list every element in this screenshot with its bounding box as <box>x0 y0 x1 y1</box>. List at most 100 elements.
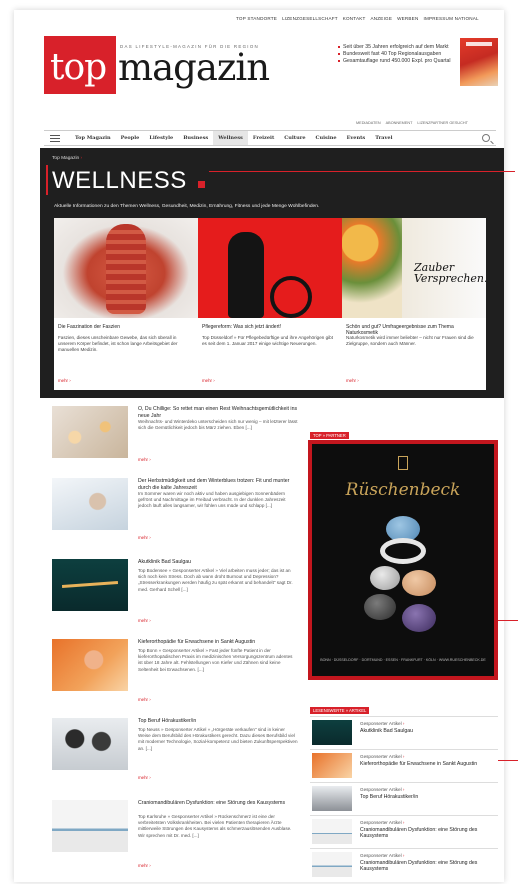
article-title[interactable]: Kieferorthopädie für Erwachsene in Sankt… <box>138 639 298 646</box>
util-link-impressum[interactable]: IMPRESSUM NATIONAL <box>423 16 478 21</box>
util-link-anzeige[interactable]: ANZEIGE <box>371 16 393 21</box>
logo-top-text[interactable]: top <box>50 50 107 86</box>
more-link[interactable]: mehr › <box>202 378 215 383</box>
muscle-anatomy-image[interactable] <box>54 218 198 318</box>
sponsored-kicker: Gesponserter Artikel › <box>360 721 405 726</box>
fact-item: Seit über 35 Jahren erfolgreich auf dem … <box>338 44 456 51</box>
logo-magazin-text[interactable]: magazin <box>118 49 270 86</box>
rings-image <box>362 516 442 646</box>
article-thumbnail[interactable] <box>52 800 128 852</box>
list-item[interactable]: Top Beruf Hörakustiker/in Top Neuss » Ge… <box>52 718 302 788</box>
more-link[interactable]: mehr › <box>138 775 151 780</box>
sponsored-kicker: Gesponserter Artikel › <box>360 853 405 858</box>
featured-card[interactable]: Zauber Versprechen. Schön und gut? Umfrag… <box>342 218 486 390</box>
nav-item-business[interactable]: Business <box>178 131 213 145</box>
article-title[interactable]: O, Du Chillige: So rettet man einen Rest… <box>138 406 298 419</box>
nav-item-top-magazin[interactable]: Top Magazin <box>70 131 116 145</box>
nav-item-events[interactable]: Events <box>342 131 371 145</box>
article-title[interactable]: Der Herbstmüdigkeit und dem Winterblues … <box>138 478 298 491</box>
more-link[interactable]: mehr › <box>138 535 151 540</box>
featured-card[interactable]: Die Faszination der Faszien Faszien, die… <box>54 218 198 390</box>
more-link[interactable]: mehr › <box>138 697 151 702</box>
more-link[interactable]: mehr › <box>138 618 151 623</box>
breadcrumb-link[interactable]: Top Magazin <box>52 156 79 161</box>
util-link-werben[interactable]: WERBEN <box>397 16 418 21</box>
nav-item-people[interactable]: People <box>116 131 145 145</box>
hamburger-menu-icon[interactable] <box>50 134 60 142</box>
nav-item-wellness[interactable]: Wellness <box>213 131 248 145</box>
article-thumbnail[interactable] <box>52 478 128 530</box>
article-title[interactable]: Craniomandibulären Dysfunktion: eine Stö… <box>138 800 298 807</box>
search-icon[interactable] <box>482 134 490 142</box>
article-thumbnail[interactable] <box>52 718 128 770</box>
featured-card[interactable]: Pflegereform: Was sich jetzt ändert! Top… <box>198 218 342 390</box>
sponsored-item[interactable]: Gesponserter Artikel › Craniomandibuläre… <box>310 815 498 846</box>
title-accent-square <box>198 181 205 188</box>
util-link-kontakt[interactable]: KONTAKT <box>343 16 366 21</box>
sponsored-item[interactable]: Gesponserter Artikel › Akutklinik Bad Sa… <box>310 716 498 747</box>
care-silhouette-image[interactable] <box>198 218 342 318</box>
more-link[interactable]: mehr › <box>58 378 71 383</box>
more-link[interactable]: mehr › <box>138 457 151 462</box>
nav-item-culture[interactable]: Culture <box>279 131 310 145</box>
article-text: Top Bonn » Gesponserter Artikel » Fast j… <box>138 648 293 672</box>
subnav-abonnement[interactable]: ABONNEMENT <box>386 121 413 125</box>
sponsored-thumbnail[interactable] <box>312 753 352 778</box>
list-item[interactable]: Kieferorthopädie für Erwachsene in Sankt… <box>52 639 302 709</box>
article-thumbnail[interactable] <box>52 559 128 611</box>
sponsored-item[interactable]: Gesponserter Artikel › Top Beruf Hörakus… <box>310 782 498 813</box>
article-thumbnail[interactable] <box>52 639 128 691</box>
zauber-image-text: Zauber Versprechen. <box>414 261 486 285</box>
util-link-lizenz[interactable]: LIZENZGESELLSCHAFT <box>282 16 338 21</box>
magazine-cover-image[interactable] <box>460 38 498 86</box>
util-link-standorte[interactable]: TOP STANDORTE <box>236 16 277 21</box>
sponsored-title[interactable]: Craniomandibulären Dysfunktion: eine Stö… <box>360 827 490 839</box>
nav-item-travel[interactable]: Travel <box>370 131 397 145</box>
ad-brand-name: Rüschenbeck <box>345 480 461 500</box>
sponsored-title[interactable]: Akutklinik Bad Saulgau <box>360 728 490 734</box>
list-item[interactable]: Der Herbstmüdigkeit und dem Winterblues … <box>52 478 302 548</box>
breadcrumb: Top Magazin › <box>52 156 82 161</box>
featured-text: Naturkosmetik wird immer beliebter – nic… <box>346 335 474 347</box>
ruschenbeck-ad-banner[interactable]: Rüschenbeck BONN · DÜSSELDORF · DORTMUND… <box>308 440 498 680</box>
list-item[interactable]: Akutklinik Bad Saulgau Top Bodensee » Ge… <box>52 559 302 625</box>
utility-nav: TOP STANDORTE LIZENZGESELLSCHAFT KONTAKT… <box>236 16 479 21</box>
nav-item-cuisine[interactable]: Cuisine <box>311 131 342 145</box>
subnav-mediadaten[interactable]: MEDIADATEN <box>356 121 381 125</box>
article-text: Im Sommer waren wir noch aktiv und haben… <box>138 491 286 509</box>
nav-item-lifestyle[interactable]: Lifestyle <box>144 131 178 145</box>
article-text: Weihnachts- und Winterdeko unterscheiden… <box>138 419 298 431</box>
sponsored-thumbnail[interactable] <box>312 852 352 877</box>
article-thumbnail[interactable] <box>52 406 128 458</box>
sub-nav: MEDIADATEN ABONNEMENT LIZENZPARTNER GESU… <box>356 121 468 125</box>
sponsored-item[interactable]: Gesponserter Artikel › Craniomandibuläre… <box>310 848 498 879</box>
article-title[interactable]: Top Beruf Hörakustiker/in <box>138 718 298 725</box>
list-item[interactable]: Craniomandibulären Dysfunktion: eine Stö… <box>52 800 302 872</box>
fact-item: Gesamtauflage rund 450.000 Expl. pro Qua… <box>338 58 456 65</box>
subnav-lizenzpartner[interactable]: LIZENZPARTNER GESUCHT <box>417 121 468 125</box>
page: TOP STANDORTE LIZENZGESELLSCHAFT KONTAKT… <box>0 0 518 884</box>
nav-item-freizeit[interactable]: Freizeit <box>248 131 279 145</box>
featured-title[interactable]: Die Faszination der Faszien <box>58 324 194 330</box>
more-link[interactable]: mehr › <box>346 378 359 383</box>
article-title[interactable]: Akutklinik Bad Saulgau <box>138 559 298 566</box>
sponsored-title[interactable]: Craniomandibulären Dysfunktion: eine Stö… <box>360 860 490 872</box>
annotation-pointer-line <box>498 760 518 761</box>
sponsored-title[interactable]: Top Beruf Hörakustiker/in <box>360 794 490 800</box>
list-item[interactable]: O, Du Chillige: So rettet man einen Rest… <box>52 406 302 466</box>
sponsored-kicker: Gesponserter Artikel › <box>360 787 405 792</box>
sponsored-item[interactable]: Gesponserter Artikel › Kieferorthopädie … <box>310 749 498 780</box>
sponsored-title[interactable]: Kieferorthopädie für Erwachsene in Sankt… <box>360 761 490 767</box>
title-accent-bar <box>46 165 48 195</box>
featured-title[interactable]: Pflegereform: Was sich jetzt ändert! <box>202 324 338 330</box>
sponsored-thumbnail[interactable] <box>312 819 352 844</box>
article-text: Top Bodensee » Gesponserter Artikel » Vi… <box>138 568 293 592</box>
sponsored-kicker: Gesponserter Artikel › <box>360 820 405 825</box>
sponsored-label: LESENSWERTE » ARTIKEL <box>310 707 370 714</box>
title-pointer-line <box>209 171 515 172</box>
zauber-image[interactable]: Zauber Versprechen. <box>342 218 486 318</box>
sponsored-thumbnail[interactable] <box>312 720 352 745</box>
article-text: Top Karlsruhe » Gesponserter Artikel » R… <box>138 814 292 838</box>
sponsored-thumbnail[interactable] <box>312 786 352 811</box>
more-link[interactable]: mehr › <box>138 863 151 868</box>
